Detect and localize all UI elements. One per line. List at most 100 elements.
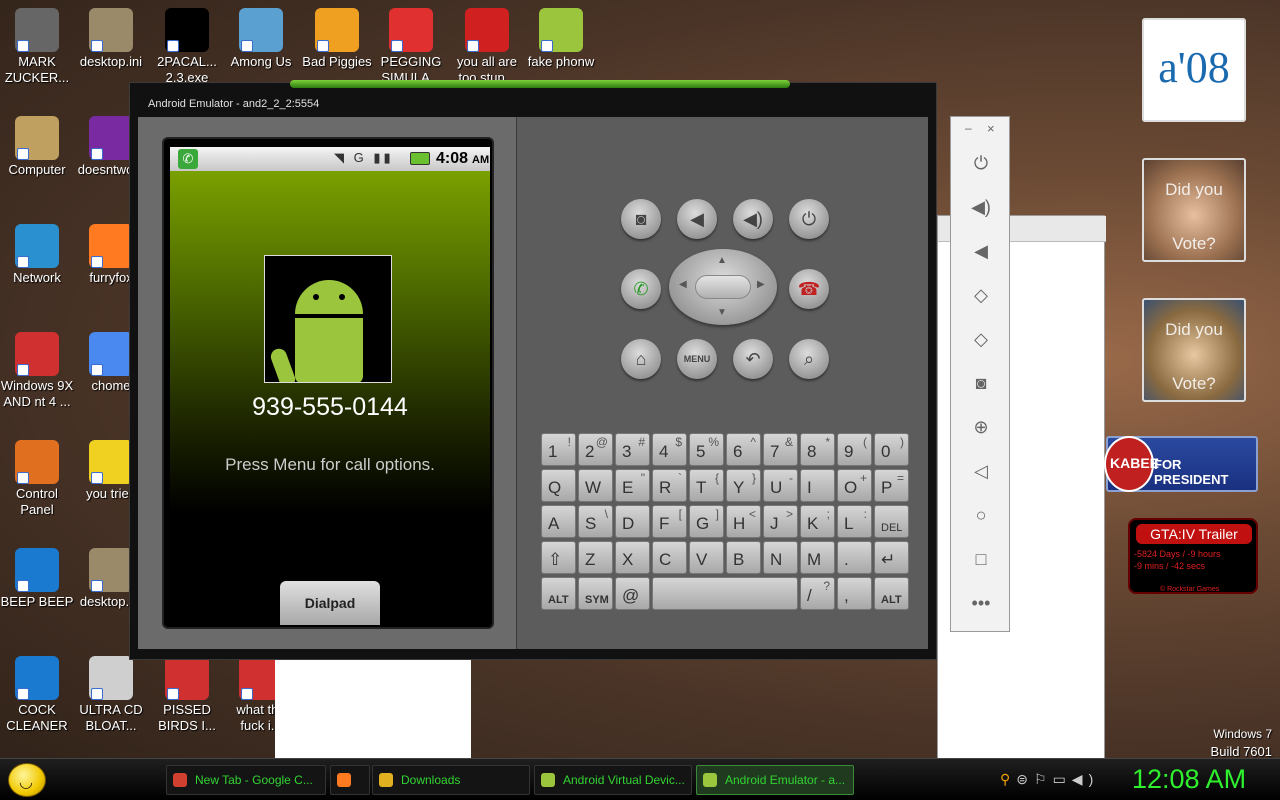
space-key[interactable] [652, 577, 798, 610]
key[interactable]: 9( [837, 433, 872, 466]
desktop-icon[interactable]: fake phonw [524, 8, 598, 70]
call-button[interactable]: ✆ [621, 269, 661, 309]
key[interactable]: Y} [726, 469, 761, 502]
key[interactable]: ⇧ [541, 541, 576, 574]
key[interactable]: @ [615, 577, 650, 610]
volume-up-button[interactable]: ◀) [733, 199, 773, 239]
taskbar-clock[interactable]: 12:08 AM [1132, 764, 1246, 795]
desktop-icon[interactable]: ULTRA CD BLOAT... [74, 656, 148, 734]
camera-button[interactable]: ◙ [621, 199, 661, 239]
key[interactable]: 4 $ [652, 433, 687, 466]
key[interactable]: 2 @ [578, 433, 613, 466]
desktop-icon[interactable]: COCK CLEANER [0, 656, 74, 734]
key[interactable]: 6 ^ [726, 433, 761, 466]
key[interactable]: ALT [541, 577, 576, 610]
key[interactable]: T{ [689, 469, 724, 502]
key[interactable]: I [800, 469, 835, 502]
key[interactable]: 5% [689, 433, 724, 466]
power-icon[interactable]: ⏻ [951, 148, 1011, 178]
desktop-icon[interactable]: BEEP BEEP [0, 548, 74, 610]
key[interactable]: C [652, 541, 687, 574]
key[interactable]: U- [763, 469, 798, 502]
key[interactable]: F[ [652, 505, 687, 538]
key[interactable]: W [578, 469, 613, 502]
key[interactable]: 7 & [763, 433, 798, 466]
volume-up-icon[interactable]: ◀) [951, 192, 1011, 222]
minimize-button[interactable]: – [965, 121, 972, 135]
key[interactable]: E " [615, 469, 650, 502]
key[interactable]: Z [578, 541, 613, 574]
search-button[interactable]: ⌕ [789, 339, 829, 379]
key[interactable]: B [726, 541, 761, 574]
action-center-icon[interactable]: ⚐ [1034, 771, 1053, 787]
taskbar-button[interactable]: Android Virtual Devic... [534, 765, 692, 795]
desktop-icon[interactable]: PEGGING SIMULA... [374, 8, 448, 86]
screenshot-icon[interactable]: ◙ [951, 368, 1011, 398]
volume-icon[interactable]: ◀) [1072, 771, 1099, 787]
key[interactable]: X [615, 541, 650, 574]
incall-screen[interactable]: 939-555-0144 Press Menu for call options… [170, 171, 490, 627]
back-icon[interactable]: ◁ [951, 456, 1011, 486]
menu-button[interactable]: MENU [677, 339, 717, 379]
dialpad-button[interactable]: Dialpad [280, 581, 380, 625]
dpad-left-icon[interactable]: ◀ [679, 279, 687, 290]
dpad-up-icon[interactable]: ▲ [717, 255, 727, 266]
display-icon[interactable]: ▭ [1053, 771, 1072, 787]
back-button[interactable]: ↶ [733, 339, 773, 379]
overview-icon[interactable]: □ [951, 544, 1011, 574]
president-gadget[interactable]: KABEE FOR PRESIDENT [1104, 436, 1258, 492]
volume-down-button[interactable]: ◀ [677, 199, 717, 239]
key[interactable]: M [800, 541, 835, 574]
key[interactable]: 8 * [800, 433, 835, 466]
desktop-icon[interactable]: Network [0, 224, 74, 286]
search-icon[interactable]: ⚲ [1000, 771, 1016, 787]
key[interactable]: 1! [541, 433, 576, 466]
gta-countdown-gadget[interactable]: GTA:IV Trailer -5824 Days / -9 hours -9 … [1128, 518, 1258, 594]
key[interactable]: 0) [874, 433, 909, 466]
desktop-icon[interactable]: Among Us [224, 8, 298, 70]
more-icon[interactable]: ••• [951, 588, 1011, 618]
taskbar-button[interactable]: Downloads [372, 765, 530, 795]
home-button[interactable]: ⌂ [621, 339, 661, 379]
taskbar-button[interactable]: Android Emulator - a... [696, 765, 854, 795]
key[interactable]: H < [726, 505, 761, 538]
close-button[interactable]: × [987, 121, 995, 136]
desktop-icon[interactable]: Windows 9X AND nt 4 ... [0, 332, 74, 410]
key[interactable]: J > [763, 505, 798, 538]
key[interactable]: N [763, 541, 798, 574]
android-emulator-window[interactable]: Android Emulator - and2_2_2:5554 ✆ ◥ G ▮… [129, 80, 937, 660]
key[interactable]: . [837, 541, 872, 574]
key[interactable]: D [615, 505, 650, 538]
desktop-icon[interactable]: Bad Piggies [300, 8, 374, 70]
key[interactable]: O + [837, 469, 872, 502]
end-call-button[interactable]: ☎ [789, 269, 829, 309]
power-button[interactable]: ⏻ [789, 199, 829, 239]
dpad-center[interactable] [695, 275, 751, 299]
key[interactable]: G] [689, 505, 724, 538]
key[interactable]: SYM [578, 577, 613, 610]
key[interactable]: K; [800, 505, 835, 538]
election-logo-gadget[interactable]: a'08 [1142, 18, 1246, 122]
rotate-right-icon[interactable]: ◇ [951, 324, 1011, 354]
did-you-vote-gadget-1[interactable]: Did you Vote? [1142, 158, 1246, 262]
did-you-vote-gadget-2[interactable]: Did you Vote? [1142, 298, 1246, 402]
key[interactable]: ↵ [874, 541, 909, 574]
rotate-left-icon[interactable]: ◇ [951, 280, 1011, 310]
dpad-down-icon[interactable]: ▼ [717, 307, 727, 318]
key[interactable]: S \ [578, 505, 613, 538]
dpad-right-icon[interactable]: ▶ [757, 279, 765, 290]
key[interactable]: R ` [652, 469, 687, 502]
desktop-icon[interactable]: MARK ZUCKER... [0, 8, 74, 86]
desktop-icon[interactable]: Control Panel [0, 440, 74, 518]
home-icon[interactable]: ○ [951, 500, 1011, 530]
desktop-icon[interactable]: desktop.ini [74, 8, 148, 70]
key[interactable]: A [541, 505, 576, 538]
network-tray-icon[interactable]: ⊜ [1016, 771, 1034, 787]
dpad[interactable]: ▲ ▼ ◀ ▶ [669, 249, 777, 325]
zoom-icon[interactable]: ⊕ [951, 412, 1011, 442]
key[interactable]: Q [541, 469, 576, 502]
desktop-icon[interactable]: 2PACAL... 2.3.exe [150, 8, 224, 86]
key[interactable]: ALT [874, 577, 909, 610]
key[interactable]: P = [874, 469, 909, 502]
desktop-icon[interactable]: Computer [0, 116, 74, 178]
